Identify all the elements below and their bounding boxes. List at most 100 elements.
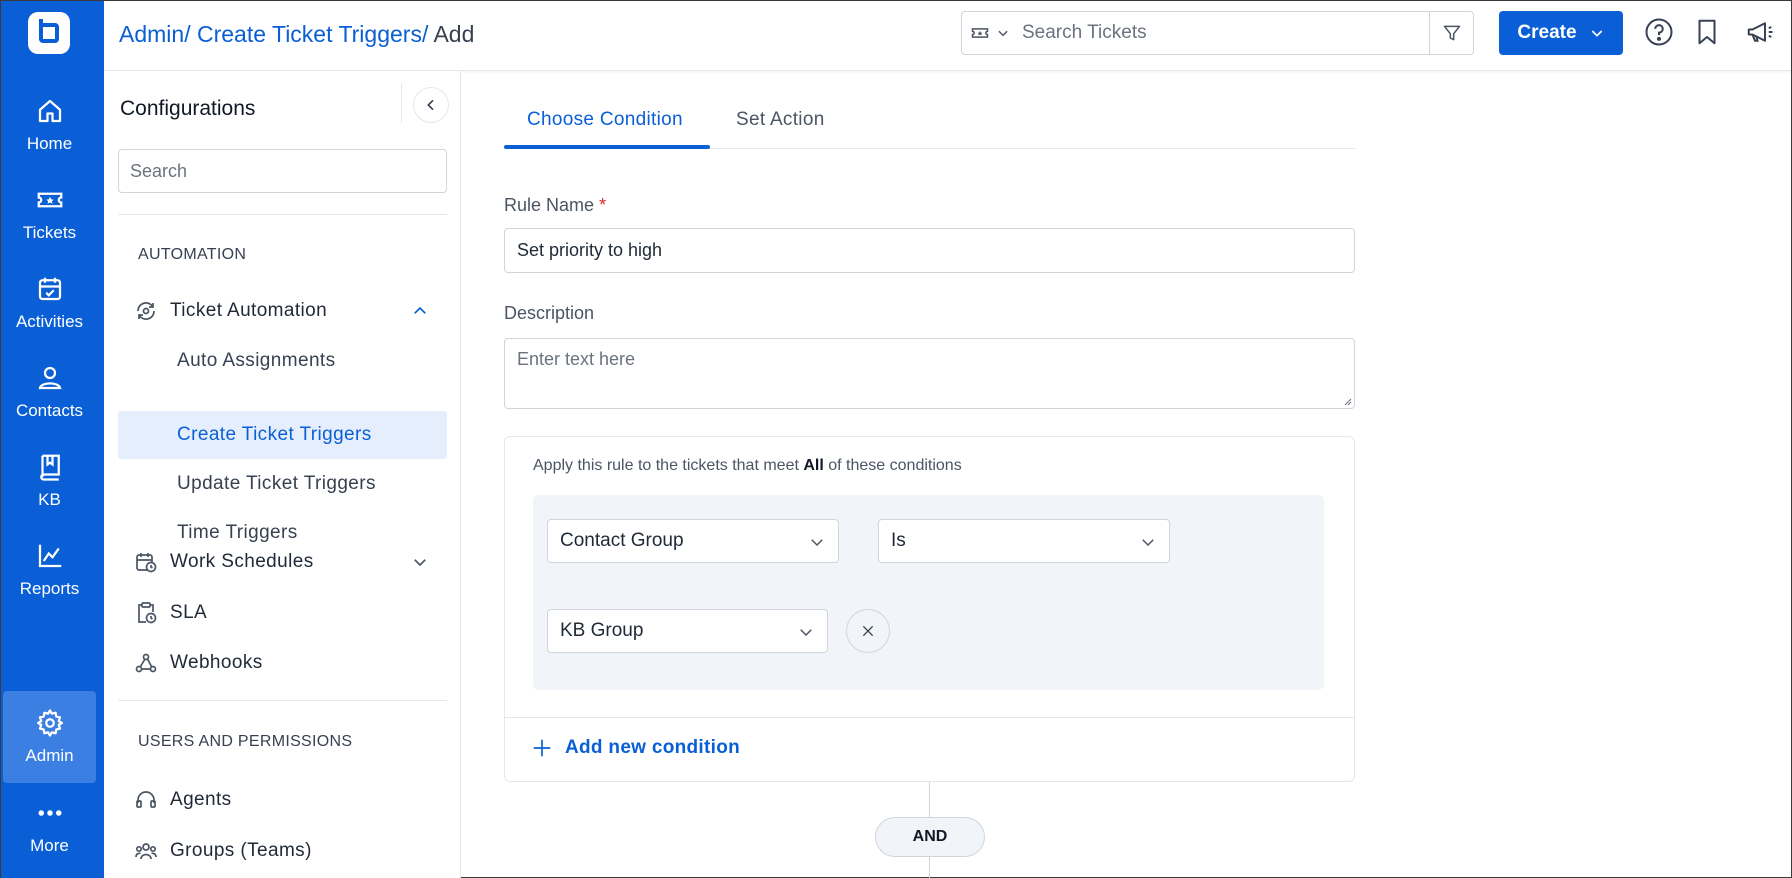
collapse-panel-button[interactable] [413, 87, 449, 123]
rail-label: More [30, 836, 69, 855]
add-condition-button[interactable]: Add new condition [531, 737, 740, 759]
more-dots-icon [38, 810, 61, 816]
bookmark-icon[interactable] [1692, 17, 1722, 47]
rule-name-label: Rule Name * [504, 195, 606, 216]
active-tab-indicator [504, 145, 710, 149]
rail-item-contacts[interactable]: Contacts [3, 346, 96, 438]
nav-agents[interactable]: Agents [118, 780, 447, 820]
chevron-down-icon [1591, 30, 1602, 37]
home-icon [38, 99, 61, 123]
nav-ticket-automation[interactable]: Ticket Automation [118, 291, 447, 331]
nav-sla[interactable]: SLA [118, 593, 447, 633]
nav-auto-assignments[interactable]: Auto Assignments [118, 337, 447, 385]
rule-name-label-text: Rule Name [504, 195, 595, 215]
create-button-label: Create [1517, 22, 1577, 43]
chevron-left-icon [427, 99, 434, 111]
ticket-search-bar: Search Tickets [961, 11, 1474, 55]
rail-label: Home [26, 134, 73, 153]
nav-label: SLA [170, 602, 208, 623]
tab-bar: Choose Condition Set Action [504, 101, 1355, 149]
remove-condition-button[interactable] [846, 609, 890, 653]
tab-choose-condition[interactable]: Choose Condition [527, 109, 683, 131]
rule-name-input[interactable]: Set priority to high [504, 228, 1355, 273]
gear-icon [36, 709, 63, 737]
nav-create-ticket-triggers[interactable]: Create Ticket Triggers [118, 411, 447, 459]
filter-icon [1443, 25, 1460, 41]
app-logo[interactable] [28, 12, 70, 54]
chevron-down-icon [414, 559, 426, 567]
automation-icon [137, 302, 155, 320]
conditions-intro: Apply this rule to the tickets that meet… [533, 457, 962, 475]
breadcrumb-admin[interactable]: Admin/ [119, 21, 191, 47]
select-value: Contact Group [560, 530, 684, 551]
chevron-up-icon [414, 306, 426, 314]
breadcrumb-create-ticket-triggers[interactable]: Create Ticket Triggers/ [197, 21, 428, 47]
nav-update-ticket-triggers[interactable]: Update Ticket Triggers [118, 460, 447, 508]
ticket-icon [971, 28, 989, 38]
section-label-automation: AUTOMATION [138, 246, 247, 263]
description-label: Description [504, 303, 595, 323]
required-mark: * [599, 195, 607, 215]
nav-webhooks[interactable]: Webhooks [118, 643, 447, 683]
divider [401, 83, 402, 123]
help-icon[interactable] [1644, 17, 1674, 47]
breadcrumb: Admin/ Create Ticket Triggers/ Add [119, 21, 474, 48]
chevron-down-icon [1142, 539, 1154, 547]
section-label-users: USERS AND PERMISSIONS [138, 733, 353, 750]
config-search-input[interactable]: Search [118, 149, 447, 193]
select-value: KB Group [560, 620, 644, 641]
person-icon [38, 366, 61, 390]
rail-label: KB [38, 490, 61, 509]
filter-button[interactable] [1429, 12, 1473, 54]
search-input[interactable]: Search Tickets [1018, 22, 1429, 44]
rail-item-tickets[interactable]: Tickets [3, 168, 96, 260]
calendar-check-icon [38, 277, 61, 301]
rail-label: Activities [15, 312, 84, 331]
nav-label: Webhooks [170, 652, 263, 673]
announcement-icon[interactable] [1745, 17, 1775, 47]
chevron-down-icon [800, 629, 812, 637]
ticket-icon [37, 192, 62, 208]
condition-row-panel: Contact Group Is KB Group [533, 495, 1324, 690]
intro-match[interactable]: All [803, 457, 823, 474]
condition-value-select[interactable]: KB Group [547, 609, 828, 653]
nav-label: Ticket Automation [170, 300, 328, 321]
resize-grip-icon[interactable] [1342, 396, 1352, 406]
rail-label: Tickets [22, 223, 77, 242]
description-placeholder: Enter text here [517, 349, 636, 369]
nav-work-schedules[interactable]: Work Schedules [118, 542, 447, 582]
rail-label: Contacts [15, 401, 84, 420]
add-condition-label: Add new condition [565, 737, 741, 758]
chart-line-icon [38, 544, 61, 568]
description-textarea[interactable]: Enter text here [504, 338, 1355, 409]
chevron-down-icon [811, 539, 823, 547]
search-type-selector[interactable] [962, 12, 1018, 54]
rail-item-more[interactable]: More [3, 781, 96, 873]
and-connector-button[interactable]: AND [875, 817, 985, 857]
create-button[interactable]: Create [1499, 11, 1623, 55]
connector-line [929, 782, 930, 817]
chevron-down-icon [998, 30, 1008, 37]
configurations-panel: Configurations Search AUTOMATION Ticket … [104, 71, 461, 878]
clipboard-clock-icon [138, 602, 157, 624]
webhook-icon [135, 653, 157, 673]
rail-item-activities[interactable]: Activities [3, 257, 96, 349]
conditions-box: Apply this rule to the tickets that meet… [504, 436, 1355, 782]
breadcrumb-current: Add [433, 21, 475, 47]
group-icon [135, 843, 157, 860]
nav-label: Agents [170, 789, 232, 810]
book-icon [39, 454, 60, 481]
select-value: Is [891, 530, 906, 551]
rail-item-reports[interactable]: Reports [3, 524, 96, 616]
nav-groups[interactable]: Groups (Teams) [118, 831, 447, 871]
rail-item-admin[interactable]: Admin [3, 691, 96, 783]
nav-label: Groups (Teams) [170, 840, 312, 861]
rail-item-home[interactable]: Home [3, 79, 96, 171]
rail-item-kb[interactable]: KB [3, 435, 96, 527]
condition-field-select[interactable]: Contact Group [547, 519, 839, 563]
condition-operator-select[interactable]: Is [878, 519, 1170, 563]
tab-set-action[interactable]: Set Action [736, 109, 825, 131]
divider [118, 700, 447, 701]
intro-suffix: of these conditions [828, 457, 962, 474]
top-header: Admin/ Create Ticket Triggers/ Add Searc… [104, 1, 1791, 71]
